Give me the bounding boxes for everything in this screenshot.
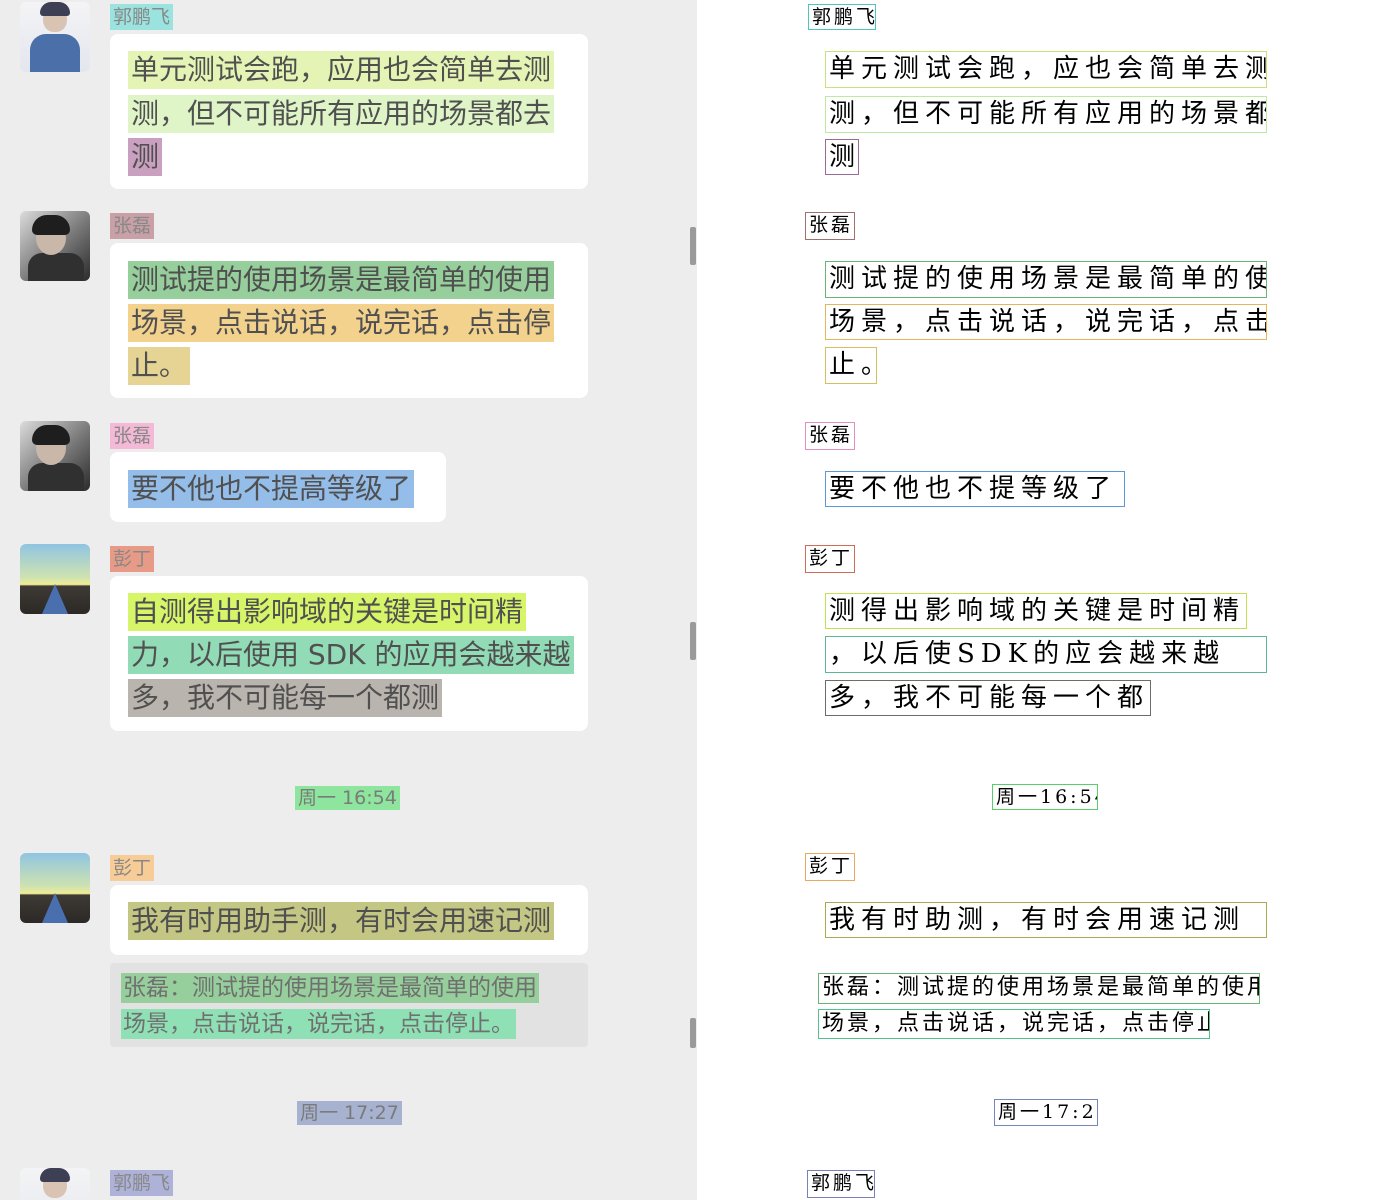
quote-line: 张磊：测试提的使用场景是最简单的使用 bbox=[121, 973, 539, 1003]
timestamp: 周一 16:54 bbox=[295, 786, 400, 810]
sender-name: 张磊 bbox=[110, 423, 155, 449]
message-line: 测试提的使用场景是最简单的使用 bbox=[128, 261, 555, 299]
ocr-box-name: 张磊 bbox=[805, 212, 855, 240]
ocr-box-timestamp: 周一16:54 bbox=[992, 784, 1098, 810]
message-line: 测 bbox=[128, 138, 163, 176]
avatar[interactable] bbox=[20, 1168, 90, 1200]
avatar[interactable] bbox=[20, 421, 90, 491]
message-line: 我有时用助手测，有时会用速记测 bbox=[128, 902, 555, 940]
message-line: 单元测试会跑，应用也会简单去测 bbox=[128, 51, 555, 89]
sender-name: 张磊 bbox=[110, 213, 155, 239]
ocr-box-quote: 场景，点击说话，说完话，点击停止。 bbox=[818, 1009, 1210, 1039]
message-line: 止。 bbox=[128, 347, 191, 385]
message-line: 场景，点击说话，说完话，点击停 bbox=[128, 304, 555, 342]
sender-name: 郭鹏飞 bbox=[110, 1170, 174, 1196]
avatar[interactable] bbox=[20, 544, 90, 614]
scrollbar-thumb[interactable] bbox=[690, 1018, 696, 1048]
ocr-box-name: 郭鹏飞 bbox=[808, 4, 876, 30]
ocr-box-quote: 张磊：测试提的使用场景是最简单的使用 bbox=[818, 973, 1260, 1004]
scrollbar-thumb[interactable] bbox=[690, 227, 696, 265]
ocr-box-name: 彭丁 bbox=[805, 545, 855, 573]
message-line: 多，我不可能每一个都测 bbox=[128, 679, 443, 717]
ocr-box-name: 张磊 bbox=[805, 422, 855, 450]
chat-panel-original: 郭鹏飞 单元测试会跑，应用也会简单去测 测，但不可能所有应用的场景都去 测 张磊… bbox=[0, 0, 697, 1200]
ocr-box-line: 测得出影响域的关键是时间精 bbox=[825, 593, 1247, 629]
scrollbar-thumb[interactable] bbox=[690, 622, 696, 660]
message-line: 自测得出影响域的关键是时间精 bbox=[128, 593, 527, 631]
ocr-box-line: 场景，点击说话，说完话，点击停 bbox=[825, 304, 1267, 340]
sender-name: 郭鹏飞 bbox=[110, 4, 174, 30]
ocr-box-line: 止。 bbox=[825, 347, 877, 384]
sender-name: 彭丁 bbox=[110, 855, 155, 881]
message-line: 要不他也不提高等级了 bbox=[128, 470, 415, 508]
ocr-box-line: 测，但不可能所有应用的场景都去 bbox=[825, 96, 1267, 133]
message-line: 力，以后使用 SDK 的应用会越来越 bbox=[128, 636, 574, 674]
ocr-box-name: 彭丁 bbox=[805, 853, 855, 881]
ocr-box-line: 要不他也不提等级了 bbox=[825, 471, 1125, 507]
ocr-box-timestamp: 周一17:27 bbox=[994, 1099, 1098, 1126]
sender-name: 彭丁 bbox=[110, 546, 155, 572]
avatar[interactable] bbox=[20, 2, 90, 72]
ocr-box-line: 我有时助测，有时会用速记测 bbox=[825, 902, 1267, 938]
ocr-box-line: 多，我不可能每一个都测 bbox=[825, 680, 1151, 716]
ocr-box-line: 单元测试会跑，应也会简单去测 bbox=[825, 51, 1267, 88]
timestamp: 周一 17:27 bbox=[297, 1101, 402, 1125]
message-line: 测，但不可能所有应用的场景都去 bbox=[128, 95, 555, 133]
ocr-box-line: 测 bbox=[825, 139, 859, 175]
quote-line: 场景，点击说话，说完话，点击停止。 bbox=[121, 1009, 516, 1039]
ocr-box-name: 郭鹏飞 bbox=[807, 1170, 875, 1198]
ocr-box-line: ，以后使SDK的应会越来越 bbox=[825, 636, 1267, 673]
ocr-box-line: 测试提的使用场景是最简单的使用 bbox=[825, 261, 1267, 298]
avatar[interactable] bbox=[20, 211, 90, 281]
ocr-result-panel: 郭鹏飞 单元测试会跑，应也会简单去测 测，但不可能所有应用的场景都去 测 张磊 … bbox=[697, 0, 1394, 1200]
avatar[interactable] bbox=[20, 853, 90, 923]
